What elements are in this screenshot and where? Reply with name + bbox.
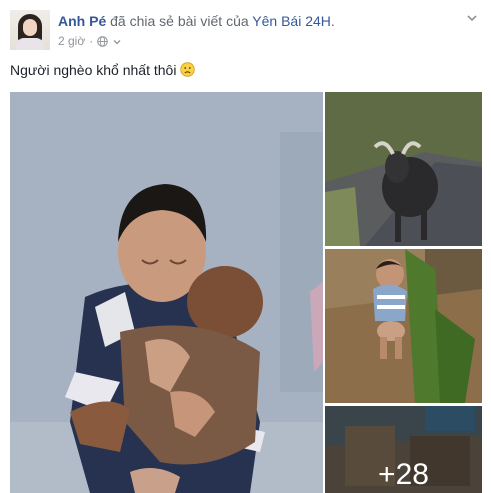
post-header-line: Anh Pé đã chia sẻ bài viết của Yên Bái 2… <box>58 13 335 29</box>
side-photo-buffalo[interactable] <box>325 92 482 246</box>
post-message: Người nghèo khổ nhất thôi <box>10 62 177 78</box>
audience-chevron-down-icon[interactable] <box>112 36 122 46</box>
header-punctuation: . <box>330 13 335 29</box>
post-meta: 2 giờ · <box>58 34 122 48</box>
share-action-text: đã chia sẻ bài viết của <box>110 13 249 29</box>
side-photo-toddler[interactable] <box>325 249 482 403</box>
frown-emoji-icon <box>180 62 196 77</box>
shared-page-link[interactable]: Yên Bái 24H <box>252 13 331 29</box>
post-header: Anh Pé đã chia sẻ bài viết của Yên Bái 2… <box>10 10 480 52</box>
globe-icon[interactable] <box>97 35 109 47</box>
post-options-chevron-down-icon[interactable] <box>464 10 480 26</box>
photo-grid: +28 <box>10 92 482 493</box>
avatar[interactable] <box>10 10 50 50</box>
post-text: Người nghèo khổ nhất thôi <box>10 62 196 78</box>
more-photos-count[interactable]: +28 <box>325 458 482 492</box>
main-photo[interactable] <box>10 92 323 493</box>
post-timestamp[interactable]: 2 giờ <box>58 34 85 48</box>
side-photo-more[interactable]: +28 <box>325 406 482 493</box>
author-name[interactable]: Anh Pé <box>58 13 106 29</box>
